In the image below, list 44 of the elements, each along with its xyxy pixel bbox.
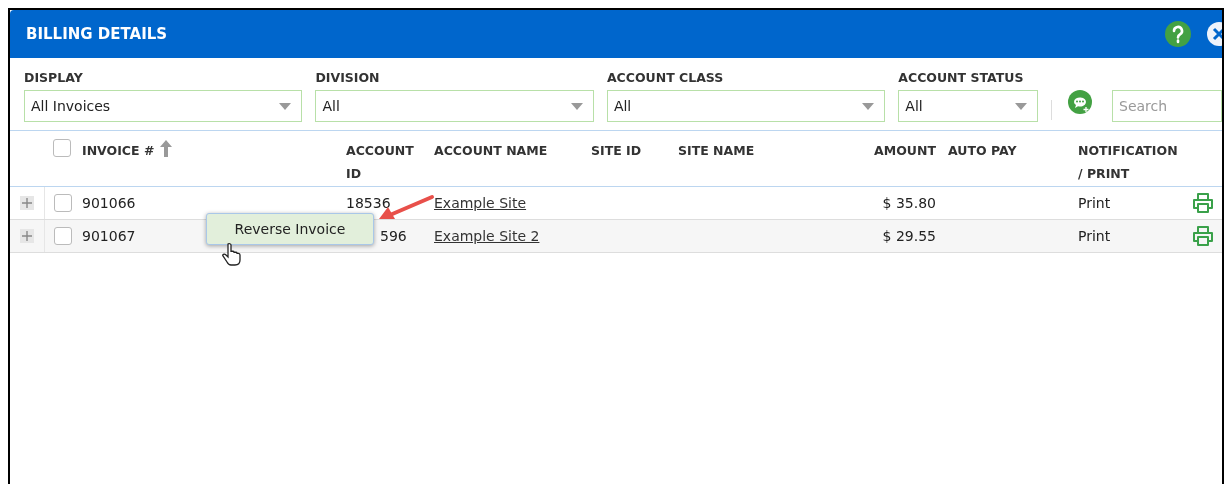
- dropdown[interactable]: All: [606, 90, 886, 122]
- caret-icon: [570, 102, 583, 110]
- column-header[interactable]: ACCOUNT NAME: [434, 139, 591, 162]
- checkbox[interactable]: [53, 227, 72, 245]
- column-header[interactable]: SITE ID: [591, 139, 678, 162]
- search-field[interactable]: Search: [1112, 90, 1222, 122]
- chat-add-icon[interactable]: [1068, 90, 1094, 116]
- table-cell: 18536: [346, 195, 391, 211]
- dropdown[interactable]: All: [315, 90, 594, 122]
- filter-label: ACCOUNT STATUS: [898, 70, 1024, 85]
- menu-item[interactable]: Reverse Invoice: [234, 221, 346, 237]
- dropdown[interactable]: All Invoices: [24, 90, 303, 122]
- checkbox[interactable]: [53, 194, 72, 212]
- column-header[interactable]: INVOICE #: [80, 139, 346, 162]
- caret-icon: [862, 102, 875, 110]
- printer-icon[interactable]: [1192, 193, 1214, 213]
- close-icon[interactable]: [1206, 21, 1222, 47]
- checkbox[interactable]: [53, 139, 71, 157]
- column-header[interactable]: SITE NAME: [678, 139, 858, 162]
- table-cell: 901067: [82, 228, 136, 244]
- table-cell: $ 35.80: [882, 195, 936, 211]
- dropdown[interactable]: All: [898, 90, 1039, 122]
- expand-icon[interactable]: [20, 196, 34, 210]
- column-header[interactable]: NOTIFICATION / PRINT: [1066, 139, 1222, 185]
- table-cell: Print: [1078, 228, 1111, 244]
- account-link[interactable]: Example Site 2: [434, 228, 540, 244]
- table-cell: Print: [1078, 195, 1111, 211]
- filter-label: DIVISION: [315, 70, 380, 85]
- account-link[interactable]: Example Site: [434, 195, 527, 211]
- column-header[interactable]: AUTO PAY: [936, 139, 1066, 162]
- caret-icon: [1015, 102, 1028, 110]
- expand-icon[interactable]: [20, 229, 34, 243]
- column-header[interactable]: ACCOUNT ID: [346, 139, 434, 185]
- filter-label: ACCOUNT CLASS: [606, 70, 724, 85]
- help-icon[interactable]: [1164, 20, 1192, 48]
- column-header[interactable]: AMOUNT: [858, 139, 936, 162]
- caret-icon: [279, 102, 292, 110]
- filter-label: DISPLAY: [24, 70, 83, 85]
- window-title: BILLING DETAILS: [26, 25, 168, 43]
- table-cell: 901066: [82, 195, 136, 211]
- sort-up-icon[interactable]: [160, 139, 173, 157]
- table-cell: 596: [380, 228, 407, 244]
- printer-icon[interactable]: [1192, 226, 1214, 246]
- table-cell: $ 29.55: [882, 228, 936, 244]
